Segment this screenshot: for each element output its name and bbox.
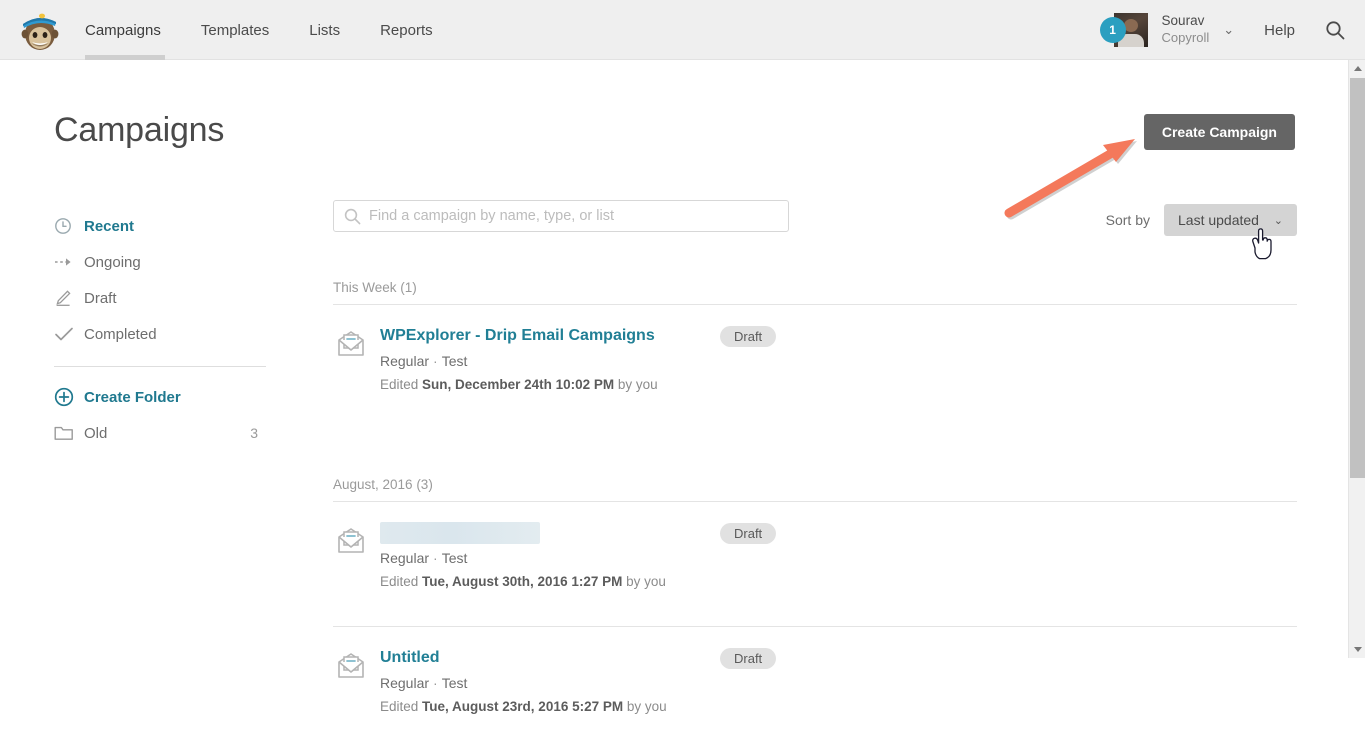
sidebar-item-folder-old[interactable]: Old 3 [54, 415, 266, 451]
email-campaign-icon [336, 526, 366, 561]
group-heading: August, 2016 (3) [333, 477, 433, 492]
edited-date: Tue, August 23rd, 2016 5:27 PM [422, 699, 624, 714]
status-badge: Draft [720, 523, 777, 544]
sort-by-dropdown[interactable]: Last updated ⌄ [1164, 204, 1297, 236]
arrow-dashed-icon [54, 255, 84, 269]
status-badge: Draft [720, 648, 777, 669]
sidebar-label-ongoing: Ongoing [84, 253, 141, 271]
meta-separator: · [433, 353, 438, 369]
plus-circle-icon [54, 387, 84, 407]
top-navigation-bar: Campaigns Templates Lists Reports 1 Sour… [0, 0, 1365, 60]
sidebar-label-create-folder: Create Folder [84, 388, 181, 406]
nav-item-reports[interactable]: Reports [380, 22, 433, 39]
chevron-down-icon[interactable]: ⌄ [1223, 22, 1234, 38]
sort-by-value: Last updated [1178, 212, 1259, 228]
campaign-meta: Regular · Test [380, 353, 467, 369]
campaign-edited-info: Edited Tue, August 30th, 2016 1:27 PM by… [380, 574, 666, 589]
table-row[interactable]: Untitled Regular · Test Edited Tue, August… [333, 627, 1297, 751]
sidebar-label-completed: Completed [84, 325, 157, 343]
edited-prefix: Edited [380, 377, 419, 392]
campaign-list: Test [441, 675, 468, 691]
sidebar-item-ongoing[interactable]: Ongoing [54, 244, 266, 280]
status-badge: Draft [720, 326, 777, 347]
sort-by-label: Sort by [1105, 212, 1150, 228]
scroll-up-arrow[interactable] [1349, 60, 1365, 77]
edited-suffix: by you [626, 574, 666, 589]
campaign-title-redacted[interactable] [380, 522, 540, 544]
edited-suffix: by you [617, 377, 658, 392]
sidebar-item-recent[interactable]: Recent [54, 208, 266, 244]
campaign-edited-info: Edited Sun, December 24th 10:02 PM by yo… [380, 377, 658, 392]
table-row[interactable]: Regular · Test Edited Tue, August 30th, 20… [333, 502, 1297, 626]
vertical-scrollbar[interactable] [1348, 60, 1365, 658]
sidebar-item-create-folder[interactable]: Create Folder [54, 379, 266, 415]
main-nav: Campaigns Templates Lists Reports [85, 0, 473, 60]
campaign-list: Test [441, 550, 468, 566]
folder-icon [54, 425, 84, 441]
chevron-down-icon: ⌄ [1273, 214, 1283, 227]
user-zone: 1 Sourav Copyroll ⌄ Help [1099, 0, 1365, 60]
campaign-group: This Week (1) WPExplorer - Drip Email Ca… [333, 232, 1297, 429]
group-heading: This Week (1) [333, 280, 417, 295]
folder-count: 3 [250, 425, 258, 441]
campaign-title-link[interactable]: Untitled [380, 649, 440, 667]
create-campaign-button[interactable]: Create Campaign [1143, 114, 1295, 150]
sidebar-divider [54, 366, 266, 367]
meta-separator: · [433, 675, 438, 691]
campaign-group: August, 2016 (3) Regular · Test Edited Tue… [333, 429, 1297, 751]
sidebar-label-folder-old: Old [84, 424, 108, 442]
campaign-list: Test [441, 353, 468, 369]
campaign-meta: Regular · Test [380, 550, 467, 566]
search-icon[interactable] [1325, 20, 1345, 40]
campaign-type: Regular [380, 353, 430, 369]
edited-date: Tue, August 30th, 2016 1:27 PM [422, 574, 623, 589]
scroll-down-arrow[interactable] [1349, 641, 1365, 658]
clock-icon [54, 217, 84, 235]
campaign-edited-info: Edited Tue, August 23rd, 2016 5:27 PM by… [380, 699, 667, 714]
edited-suffix: by you [626, 699, 667, 714]
campaign-meta: Regular · Test [380, 675, 467, 691]
page-title: Campaigns [54, 111, 225, 149]
campaign-type: Regular [380, 550, 430, 566]
help-link[interactable]: Help [1264, 22, 1295, 39]
campaign-title-link[interactable]: WPExplorer - Drip Email Campaigns [380, 327, 655, 345]
search-input[interactable] [369, 201, 779, 231]
check-icon [54, 326, 84, 342]
email-campaign-icon [336, 329, 366, 364]
pencil-icon [54, 289, 84, 307]
table-row[interactable]: WPExplorer - Drip Email Campaigns Regula… [333, 305, 1297, 429]
nav-item-campaigns[interactable]: Campaigns [85, 22, 161, 39]
edited-prefix: Edited [380, 574, 419, 589]
mailchimp-freddie-logo[interactable] [17, 7, 61, 53]
scrollbar-thumb[interactable] [1350, 78, 1365, 478]
search-campaign-box[interactable] [333, 200, 789, 232]
sidebar-label-recent: Recent [84, 217, 135, 235]
edited-prefix: Edited [380, 699, 419, 714]
user-account-name: Copyroll [1161, 30, 1210, 46]
account-menu[interactable]: Sourav Copyroll [1162, 13, 1210, 46]
sort-control: Sort by Last updated ⌄ [1106, 204, 1297, 236]
campaign-list-panel: Sort by Last updated ⌄ This Week (1) WPE… [333, 200, 1297, 751]
edited-date: Sun, December 24th 10:02 PM [422, 377, 615, 392]
active-tab-indicator [85, 55, 165, 60]
sidebar-item-draft[interactable]: Draft [54, 280, 266, 316]
email-campaign-icon [336, 651, 366, 686]
nav-item-lists[interactable]: Lists [309, 22, 340, 39]
notification-badge[interactable]: 1 [1099, 17, 1126, 43]
user-display-name: Sourav [1161, 13, 1205, 29]
nav-item-templates[interactable]: Templates [201, 22, 269, 39]
search-icon [344, 208, 361, 230]
sidebar-label-draft: Draft [84, 289, 117, 307]
meta-separator: · [433, 550, 438, 566]
sidebar-item-completed[interactable]: Completed [54, 316, 266, 352]
campaign-type: Regular [380, 675, 430, 691]
sidebar: Recent Ongoing Draft Completed Create Fo… [54, 208, 266, 451]
